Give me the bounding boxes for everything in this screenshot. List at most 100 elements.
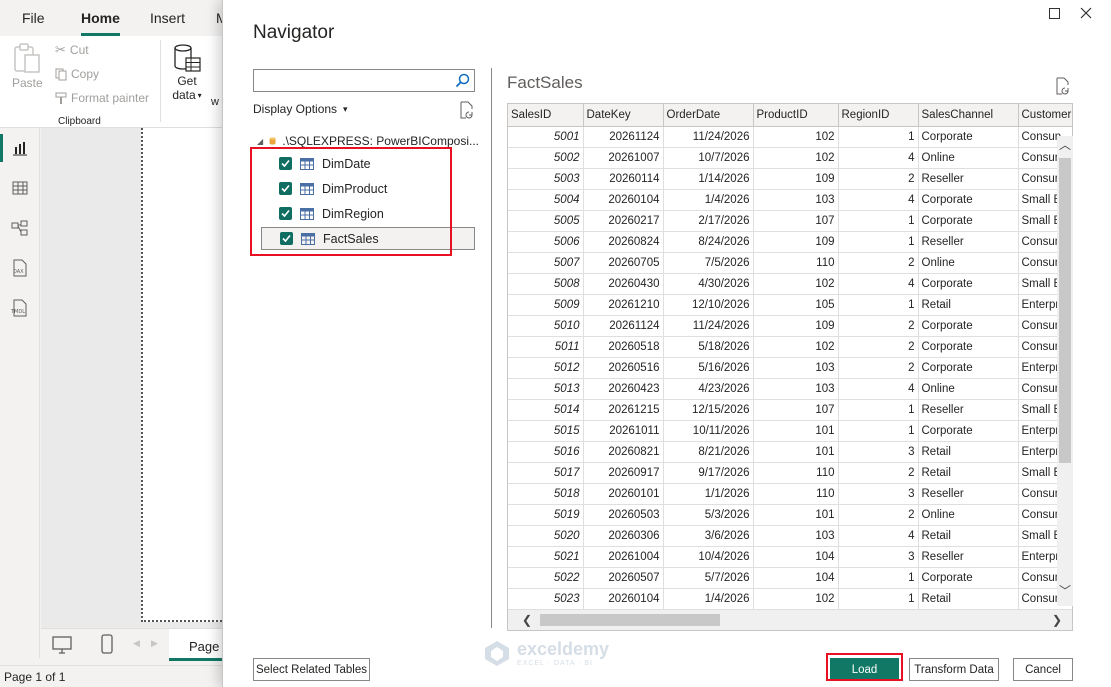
column-header[interactable]: SalesID: [508, 104, 584, 127]
scroll-left-icon[interactable]: ❮: [520, 613, 534, 627]
column-header[interactable]: DateKey: [583, 104, 664, 127]
cancel-button[interactable]: Cancel: [1013, 658, 1073, 681]
column-header[interactable]: RegionID: [838, 104, 919, 127]
transform-data-button[interactable]: Transform Data: [909, 658, 999, 681]
table-cell: 109: [753, 231, 839, 253]
maximize-button[interactable]: [1045, 4, 1063, 22]
table-body: 5001 20261124 11/24/2026 102 1 Corporate Consu…: [508, 126, 1072, 610]
tab-home[interactable]: Home: [81, 0, 120, 36]
ribbon: Paste ✂ Cut Copy Format painter Clipboar…: [0, 36, 240, 128]
table-cell: 1: [838, 420, 919, 442]
table-cell: 5/18/2026: [663, 336, 754, 358]
tmdl-view-icon[interactable]: TMDL: [10, 298, 30, 318]
table-cell: 4/30/2026: [663, 273, 754, 295]
table-cell: 20261011: [583, 420, 664, 442]
search-input[interactable]: [253, 69, 475, 92]
desktop-layout-icon[interactable]: [52, 636, 72, 654]
get-data-button[interactable]: Get data ▾: [172, 42, 202, 102]
table-cell: 4: [838, 525, 919, 547]
table-row: 5002 20261007 10/7/2026 102 4 Online Consun: [508, 147, 1072, 169]
refresh-icon[interactable]: [1055, 77, 1071, 95]
refresh-icon[interactable]: [459, 101, 475, 119]
table-cell: 4: [838, 189, 919, 211]
table-cell: 20261215: [583, 399, 664, 421]
table-cell: Retail: [918, 294, 1019, 316]
table-cell: 4/23/2026: [663, 378, 754, 400]
table-cell: 5008: [508, 273, 584, 295]
column-header[interactable]: OrderDate: [663, 104, 754, 127]
table-cell: 20260821: [583, 441, 664, 463]
table-row: 5006 20260824 8/24/2026 109 1 Reseller Consun: [508, 231, 1072, 253]
table-cell: 20260114: [583, 168, 664, 190]
display-options-dropdown[interactable]: Display Options ▾: [253, 102, 348, 116]
scroll-up-icon[interactable]: ︿: [1058, 138, 1072, 152]
mobile-layout-icon[interactable]: [101, 634, 113, 654]
preview-grid[interactable]: SalesID DateKey OrderDate ProductID Regi…: [507, 103, 1073, 631]
table-cell: Reseller: [918, 483, 1019, 505]
table-cell: 20260104: [583, 189, 664, 211]
table-cell: 5/16/2026: [663, 357, 754, 379]
scroll-right-icon[interactable]: ❯: [1050, 613, 1064, 627]
get-data-label-1: Get: [177, 74, 197, 88]
scroll-thumb[interactable]: [540, 614, 720, 626]
table-cell: 20260423: [583, 378, 664, 400]
paste-button[interactable]: Paste: [12, 42, 43, 90]
table-cell: 102: [753, 588, 839, 610]
table-cell: 2: [838, 315, 919, 337]
table-cell: 8/24/2026: [663, 231, 754, 253]
dax-query-view-icon[interactable]: DAX: [10, 258, 30, 278]
table-cell: 20260824: [583, 231, 664, 253]
table-cell: 1: [838, 567, 919, 589]
scroll-down-icon[interactable]: ﹀: [1058, 584, 1072, 598]
model-view-icon[interactable]: [10, 218, 30, 238]
vertical-scrollbar[interactable]: ︿ ﹀: [1057, 136, 1073, 606]
tab-file[interactable]: File: [22, 0, 45, 36]
column-header[interactable]: CustomerS: [1018, 104, 1072, 127]
table-cell: 4: [838, 378, 919, 400]
table-cell: 5017: [508, 462, 584, 484]
page-prev-icon[interactable]: ◀: [133, 638, 140, 649]
table-cell: 3: [838, 546, 919, 568]
table-cell: 104: [753, 567, 839, 589]
table-cell: 20260705: [583, 252, 664, 274]
search-icon[interactable]: [455, 73, 470, 88]
table-cell: 1: [838, 294, 919, 316]
scroll-thumb[interactable]: [1059, 158, 1071, 463]
close-button[interactable]: [1077, 4, 1095, 22]
select-related-tables-button[interactable]: Select Related Tables: [253, 658, 370, 681]
cut-button[interactable]: ✂ Cut: [55, 42, 89, 58]
format-painter-button[interactable]: Format painter: [55, 91, 149, 105]
copy-icon: [55, 68, 67, 80]
table-cell: Retail: [918, 588, 1019, 610]
column-header[interactable]: SalesChannel: [918, 104, 1019, 127]
table-cell: 5022: [508, 567, 584, 589]
table-cell: 101: [753, 420, 839, 442]
copy-button[interactable]: Copy: [55, 67, 99, 81]
report-canvas: [41, 128, 241, 628]
horizontal-scrollbar[interactable]: ❮ ❯: [508, 609, 1072, 630]
table-row: 5003 20260114 1/14/2026 109 2 Reseller Consun: [508, 168, 1072, 190]
table-cell: Corporate: [918, 126, 1019, 148]
copy-label: Copy: [71, 67, 100, 81]
table-cell: 5003: [508, 168, 584, 190]
column-header[interactable]: ProductID: [753, 104, 839, 127]
table-view-icon[interactable]: [10, 178, 30, 198]
table-cell: Online: [918, 252, 1019, 274]
header-row: SalesID DateKey OrderDate ProductID Regi…: [508, 104, 1072, 127]
table-cell: 12/15/2026: [663, 399, 754, 421]
database-icon: [269, 137, 276, 145]
panel-divider[interactable]: [491, 68, 492, 628]
page-next-icon[interactable]: ▶: [151, 638, 158, 649]
table-cell: 20260516: [583, 357, 664, 379]
table-cell: 5009: [508, 294, 584, 316]
table-cell: 20261007: [583, 147, 664, 169]
collapse-icon[interactable]: ◢: [257, 137, 263, 146]
report-view-icon[interactable]: [10, 138, 30, 158]
table-cell: Corporate: [918, 357, 1019, 379]
table-row: 5020 20260306 3/6/2026 103 4 Retail Small B: [508, 525, 1072, 547]
table-cell: Online: [918, 147, 1019, 169]
tab-insert[interactable]: Insert: [150, 0, 185, 36]
table-cell: 105: [753, 294, 839, 316]
watermark-name: exceldemy: [517, 639, 610, 659]
svg-text:TMDL: TMDL: [10, 309, 25, 315]
